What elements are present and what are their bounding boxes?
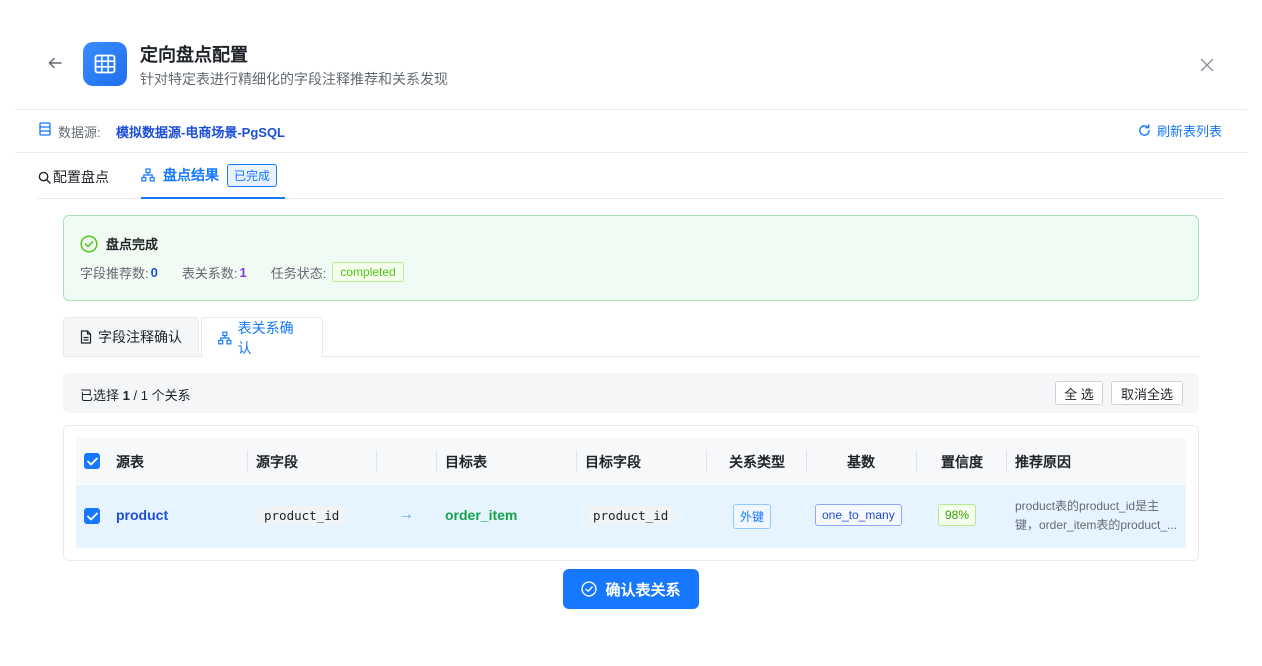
- datasource-bar: 数据源: 模拟数据源-电商场景-PgSQL 刷新表列表: [15, 110, 1247, 152]
- table-row[interactable]: product product_id → order_item product_…: [76, 485, 1186, 548]
- reason-line-2: 键，order_item表的product_...: [1015, 518, 1178, 532]
- dialog-header: 定向盘点配置 针对特定表进行精细化的字段注释推荐和关系发现: [0, 0, 1262, 110]
- col-separator: [376, 450, 377, 472]
- col-separator: [806, 450, 807, 472]
- hierarchy-icon: [141, 168, 155, 182]
- selection-count: 已选择 1 / 1 个关系: [80, 385, 191, 404]
- datasource-label: 数据源:: [58, 125, 101, 140]
- tab-result[interactable]: 盘点结果 已完成: [141, 153, 286, 199]
- tab-relation-confirm-label: 表关系确认: [237, 319, 294, 356]
- back-arrow-icon: [48, 57, 62, 69]
- col-separator: [1006, 450, 1007, 472]
- relation-table: 源表 源字段 目标表 目标字段 关系类型 基数 置信度 推荐原因 product…: [63, 425, 1199, 561]
- relation-type-tag: 外键: [733, 504, 772, 529]
- row-checkbox[interactable]: [84, 508, 100, 524]
- checkbox-checked-icon: [86, 512, 98, 520]
- page-title: 定向盘点配置: [140, 45, 248, 65]
- datasource-value: 模拟数据源-电商场景-PgSQL: [116, 125, 285, 140]
- col-separator: [436, 450, 437, 472]
- check-circle-icon: [80, 234, 98, 253]
- search-icon: [38, 171, 51, 184]
- cardinality-tag: one_to_many: [815, 504, 902, 526]
- result-title-text: 盘点完成: [106, 237, 159, 252]
- col-target-table: 目标表: [445, 454, 487, 470]
- select-all-checkbox[interactable]: [84, 453, 100, 469]
- col-reason: 推荐原因: [1015, 454, 1071, 470]
- hierarchy-icon: [218, 331, 232, 344]
- close-button[interactable]: [1196, 54, 1218, 76]
- table-header: 源表 源字段 目标表 目标字段 关系类型 基数 置信度 推荐原因: [76, 438, 1186, 484]
- col-separator: [247, 450, 248, 472]
- field-rec-label: 字段推荐数:: [80, 265, 149, 281]
- tab-field-confirm[interactable]: 字段注释确认: [63, 317, 199, 357]
- back-button[interactable]: [44, 52, 66, 74]
- field-rec-count: 0: [150, 264, 158, 280]
- tab-field-confirm-label: 字段注释确认: [98, 329, 182, 345]
- col-confidence: 置信度: [941, 454, 983, 470]
- recommend-reason: product表的product_id是主 键，order_item表的prod…: [1015, 497, 1181, 535]
- reason-line-1: product表的product_id是主: [1015, 499, 1160, 513]
- col-source-table: 源表: [116, 454, 144, 470]
- deselect-all-button[interactable]: 取消全选: [1111, 381, 1183, 405]
- confidence-tag: 98%: [938, 504, 977, 526]
- checkbox-checked-icon: [86, 457, 98, 465]
- tab-result-label: 盘点结果: [163, 167, 219, 183]
- select-all-button[interactable]: 全 选: [1055, 381, 1103, 405]
- check-circle-icon: [581, 581, 598, 597]
- tab-config[interactable]: 配置盘点: [38, 167, 109, 187]
- confirm-relations-button[interactable]: 确认表关系: [563, 569, 699, 609]
- close-icon: [1200, 58, 1214, 72]
- target-field-name: product_id: [587, 506, 675, 525]
- relation-label: 表关系数:: [181, 265, 238, 281]
- target-table-name: order_item: [445, 507, 518, 523]
- refresh-label: 刷新表列表: [1156, 124, 1222, 139]
- col-separator: [916, 450, 917, 472]
- source-field-name: product_id: [258, 506, 346, 525]
- confirm-relations-label: 确认表关系: [605, 581, 681, 599]
- sub-tabs: 字段注释确认 表关系确认: [63, 317, 1199, 358]
- document-icon: [80, 330, 92, 344]
- result-title: 盘点完成: [80, 234, 158, 253]
- col-target-field: 目标字段: [585, 454, 641, 470]
- selection-prefix: 已选择: [80, 388, 120, 403]
- database-icon: [39, 122, 51, 136]
- col-cardinality: 基数: [847, 454, 875, 470]
- table-grid-icon: [83, 42, 127, 86]
- selection-selected: 1: [122, 388, 130, 403]
- tab-config-label: 配置盘点: [53, 169, 109, 185]
- main-tabs: 配置盘点 盘点结果 已完成: [38, 153, 1224, 199]
- page-subtitle: 针对特定表进行精细化的字段注释推荐和关系发现: [140, 71, 448, 87]
- relation-count: 1: [239, 264, 247, 280]
- arrow-icon: →: [398, 506, 414, 523]
- source-table-name: product: [116, 507, 169, 523]
- col-source-field: 源字段: [256, 454, 298, 470]
- task-status-label: 任务状态:: [270, 265, 327, 281]
- refresh-icon: [1139, 124, 1150, 136]
- task-status-badge: completed: [332, 262, 404, 282]
- result-summary: 盘点完成 字段推荐数: 0 表关系数: 1 任务状态: completed: [63, 215, 1199, 301]
- status-badge: 已完成: [227, 163, 278, 187]
- col-relation-type: 关系类型: [729, 454, 785, 470]
- tab-relation-confirm[interactable]: 表关系确认: [201, 317, 323, 358]
- selection-suffix: / 1 个关系: [133, 388, 191, 403]
- result-stats: 字段推荐数: 0 表关系数: 1 任务状态: completed: [80, 262, 404, 282]
- refresh-table-list-button[interactable]: 刷新表列表: [1138, 121, 1222, 140]
- col-separator: [576, 450, 577, 472]
- col-separator: [706, 450, 707, 472]
- selection-bar: 已选择 1 / 1 个关系 全 选 取消全选: [63, 373, 1199, 413]
